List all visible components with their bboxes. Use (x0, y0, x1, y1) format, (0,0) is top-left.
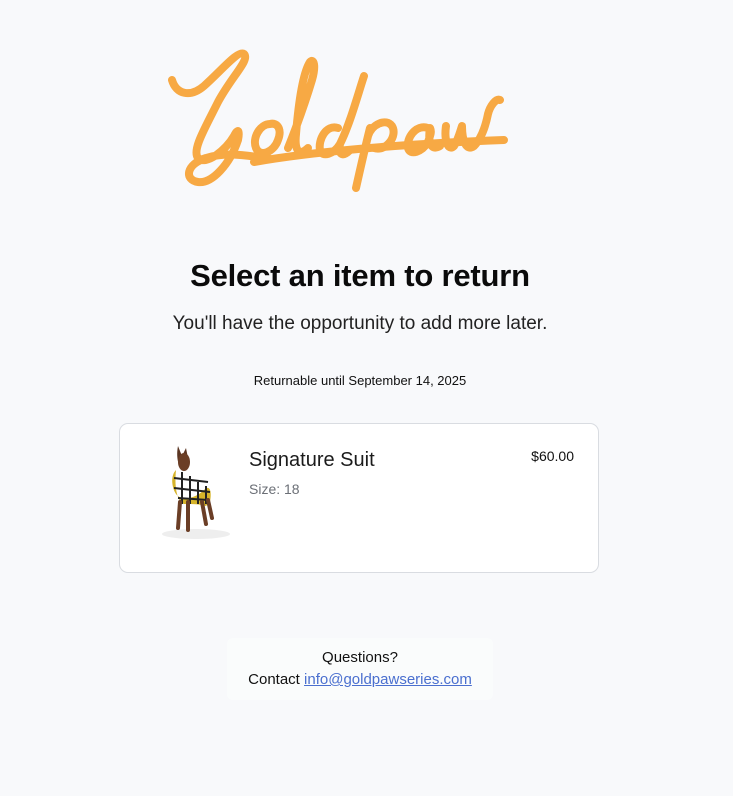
item-name: Signature Suit (249, 449, 375, 471)
returnable-until-note: Returnable until September 14, 2025 (253, 373, 467, 388)
contact-line: Contact info@goldpawseries.com (227, 671, 493, 688)
contact-email-link[interactable]: info@goldpawseries.com (304, 671, 472, 688)
item-size: Size: 18 (249, 481, 300, 497)
contact-box: Questions? Contact info@goldpawseries.co… (227, 638, 493, 700)
return-portal-page: Select an item to return You'll have the… (0, 0, 733, 796)
page-title: Select an item to return (190, 258, 530, 293)
return-item-card[interactable]: Signature Suit Size: 18 $60.00 (119, 423, 599, 573)
questions-label: Questions? (322, 649, 398, 666)
dog-in-plaid-suit-image (162, 446, 230, 539)
contact-prefix: Contact (248, 671, 300, 688)
item-price: $60.00 (531, 448, 574, 464)
goldpaw-logo (168, 49, 508, 192)
page-subtitle: You'll have the opportunity to add more … (172, 313, 548, 334)
